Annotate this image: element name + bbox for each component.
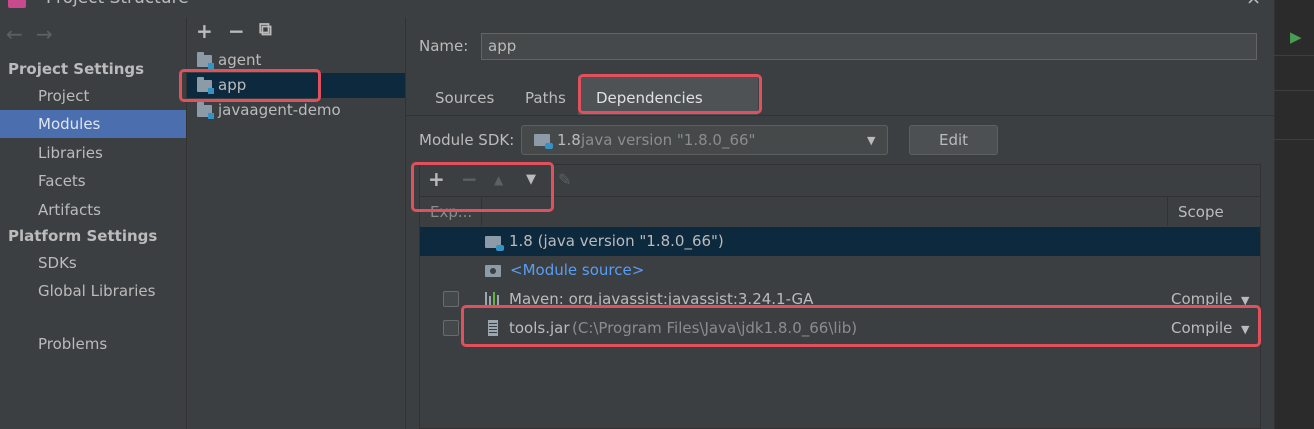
tab-paths[interactable]: Paths	[525, 89, 566, 107]
sidebar-item-libraries[interactable]: Libraries	[0, 139, 186, 167]
highlight-box-dependencies-tab	[578, 74, 762, 114]
close-icon[interactable]: ×	[1246, 0, 1261, 9]
sidebar-item-global-libraries[interactable]: Global Libraries	[0, 277, 186, 305]
tab-sources[interactable]: Sources	[435, 89, 494, 107]
name-label: Name:	[419, 37, 469, 55]
highlight-box-add-toolbar	[411, 162, 554, 212]
export-checkbox[interactable]	[443, 291, 459, 307]
table-row[interactable]: 1.8 (java version "1.8.0_66")	[420, 227, 1260, 256]
module-sdk-label: Module SDK:	[419, 131, 515, 149]
module-folder-icon	[197, 52, 214, 69]
source-folder-icon	[485, 265, 501, 277]
divider	[1274, 55, 1314, 56]
divider	[1274, 139, 1314, 140]
divider	[406, 115, 1274, 116]
edit-sdk-button[interactable]: Edit	[909, 125, 998, 155]
sidebar-item-project[interactable]: Project	[0, 82, 186, 110]
back-arrow-icon[interactable]: ←	[6, 22, 23, 46]
jdk-icon	[485, 236, 504, 251]
remove-module-icon[interactable]: −	[228, 19, 245, 43]
project-settings-heading: Project Settings	[8, 60, 145, 78]
module-folder-icon	[197, 102, 214, 119]
highlight-box-tools-jar	[461, 305, 1261, 347]
module-name-input[interactable]: app	[481, 33, 1257, 60]
sidebar-item-modules[interactable]: Modules	[0, 110, 186, 138]
background-ide-strip	[1274, 0, 1314, 429]
title-bar	[0, 0, 1274, 18]
module-sdk-select[interactable]: 1.8 java version "1.8.0_66" ▼	[521, 125, 888, 155]
edit-pencil-icon[interactable]: ✎	[558, 170, 571, 189]
sdk-version: 1.8	[557, 131, 581, 149]
table-row[interactable]: <Module source>	[420, 256, 1260, 285]
window-title: Project Structure	[46, 0, 189, 8]
sdk-detail: java version "1.8.0_66"	[581, 131, 756, 149]
maven-library-icon	[485, 292, 501, 306]
platform-settings-heading: Platform Settings	[8, 227, 158, 245]
dependency-name: <Module source>	[510, 261, 645, 279]
sidebar-item-sdks[interactable]: SDKs	[0, 249, 186, 277]
export-checkbox[interactable]	[443, 320, 459, 336]
sdk-icon	[534, 134, 553, 149]
dependency-name: 1.8 (java version "1.8.0_66")	[509, 232, 724, 250]
highlight-box-module	[179, 69, 321, 102]
add-module-icon[interactable]: +	[196, 19, 213, 43]
app-logo-icon	[8, 0, 26, 8]
divider	[1274, 90, 1314, 91]
chevron-down-icon: ▼	[867, 134, 876, 147]
sidebar-item-facets[interactable]: Facets	[0, 167, 186, 195]
column-divider	[1167, 197, 1168, 226]
forward-arrow-icon[interactable]: →	[36, 22, 53, 46]
sidebar-item-problems[interactable]: Problems	[0, 330, 186, 358]
sidebar-item-artifacts[interactable]: Artifacts	[0, 196, 186, 224]
column-header-scope[interactable]: Scope	[1178, 203, 1224, 221]
run-icon[interactable]: ▶	[1290, 28, 1302, 46]
copy-module-icon[interactable]: ⧉	[259, 19, 272, 40]
